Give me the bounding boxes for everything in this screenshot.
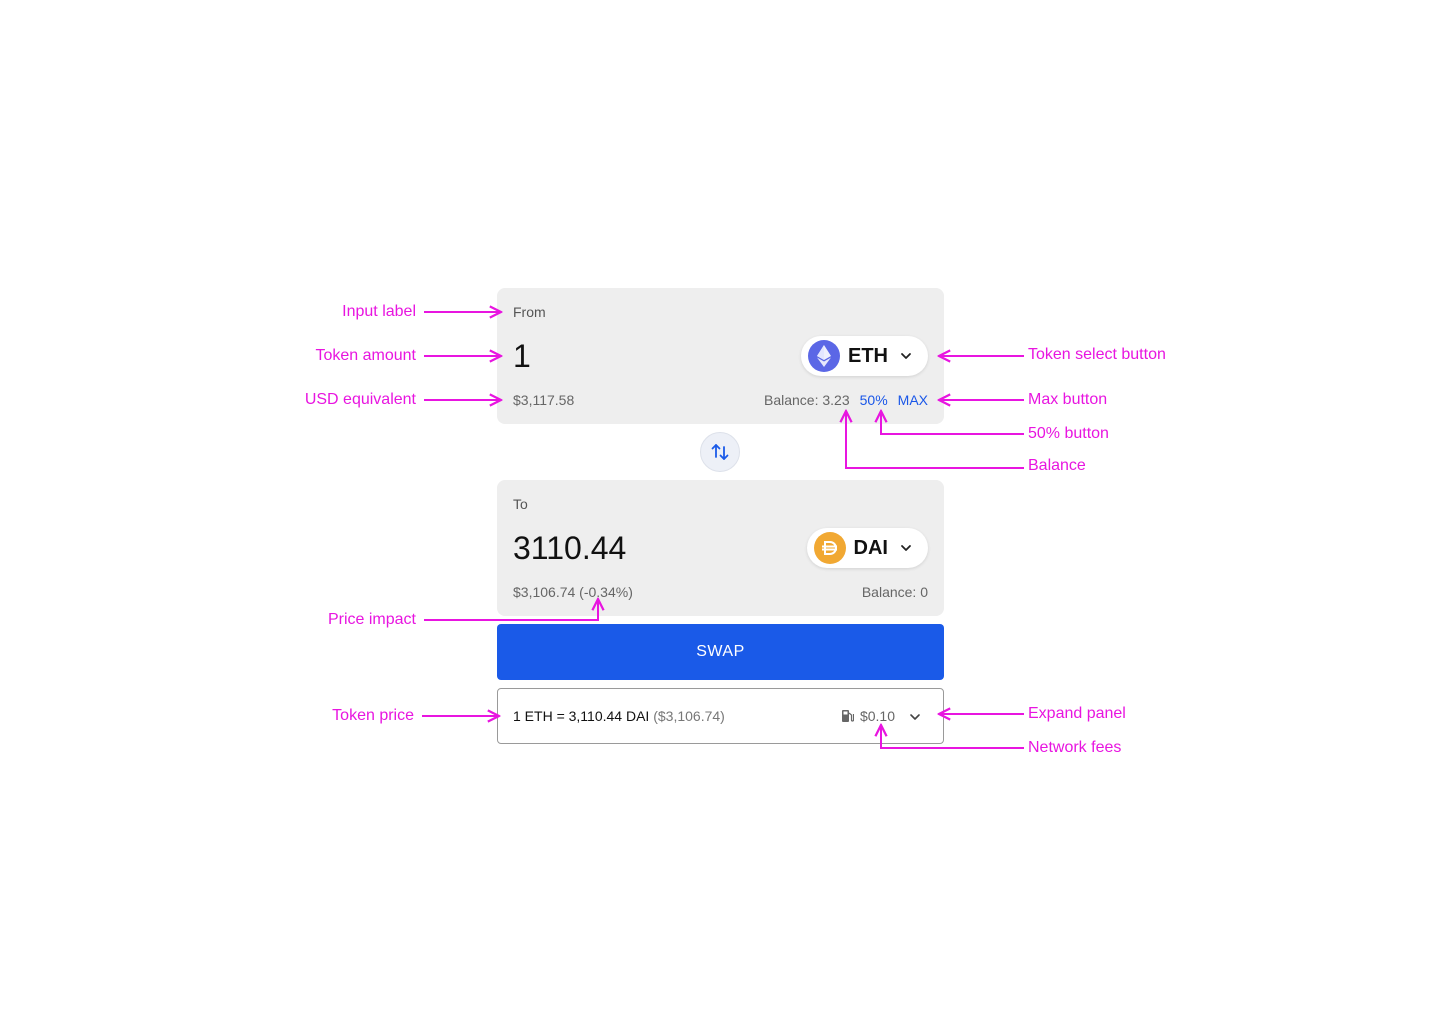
from-panel: From 1 ETH $3,117.58 Balance: 3.23 50% M… (497, 288, 944, 424)
from-token-amount[interactable]: 1 (513, 338, 531, 374)
to-token-select-button[interactable]: DAI (806, 528, 928, 568)
from-usd-equivalent: $3,117.58 (513, 392, 575, 408)
expand-panel-button[interactable] (905, 707, 925, 727)
to-input-label: To (513, 496, 528, 512)
dai-logo-icon (813, 532, 846, 564)
annotation-token-price: Token price (332, 707, 414, 724)
annotation-token-select-button: Token select button (1028, 346, 1166, 363)
to-token-name: DAI (853, 536, 888, 559)
to-panel: To 3110.44 DAI $3,106.74 (-0.34%) Balanc… (497, 480, 944, 616)
annotation-price-impact: Price impact (327, 611, 416, 628)
annotation-usd-equivalent: USD equivalent (304, 391, 416, 408)
swap-direction-button[interactable] (700, 432, 740, 472)
swap-button[interactable]: SWAP (497, 624, 944, 680)
annotation-half-button: 50% button (1028, 425, 1109, 442)
annotation-input-label: Input label (342, 303, 416, 320)
chevron-down-icon (910, 714, 920, 720)
annotation-max-button: Max button (1028, 391, 1108, 408)
gas-pump-icon (841, 710, 854, 722)
price-info-bar[interactable]: 1 ETH = 3,110.44 DAI ($3,106.74) $0.10 (497, 688, 944, 744)
max-button[interactable]: MAX (898, 392, 928, 408)
token-price-rate: 1 ETH = 3,110.44 DAI (513, 708, 650, 724)
chevron-down-icon (896, 346, 916, 366)
half-button[interactable]: 50% (860, 392, 888, 408)
annotation-token-amount: Token amount (315, 347, 416, 364)
annotation-expand-panel: Expand panel (1028, 705, 1126, 722)
token-price-usd: ($3,106.74) (653, 708, 725, 724)
chevron-down-icon (896, 538, 916, 558)
network-fees: $0.10 (841, 708, 895, 724)
to-usd-equivalent: $3,106.74 (-0.34%) (513, 584, 633, 600)
annotation-network-fees: Network fees (1028, 739, 1122, 756)
from-input-label: From (513, 304, 546, 320)
network-fee-value: $0.10 (859, 708, 895, 724)
from-token-select-button[interactable]: ETH (801, 336, 928, 376)
eth-logo-icon (808, 340, 840, 372)
annotation-balance: Balance (1028, 457, 1086, 474)
from-balance: Balance: 3.23 (764, 392, 850, 408)
token-price: 1 ETH = 3,110.44 DAI ($3,106.74) (513, 708, 725, 724)
swap-arrows-icon (711, 444, 729, 460)
from-token-name: ETH (848, 344, 888, 367)
to-balance: Balance: 0 (861, 584, 928, 600)
to-token-amount[interactable]: 3110.44 (513, 530, 626, 566)
